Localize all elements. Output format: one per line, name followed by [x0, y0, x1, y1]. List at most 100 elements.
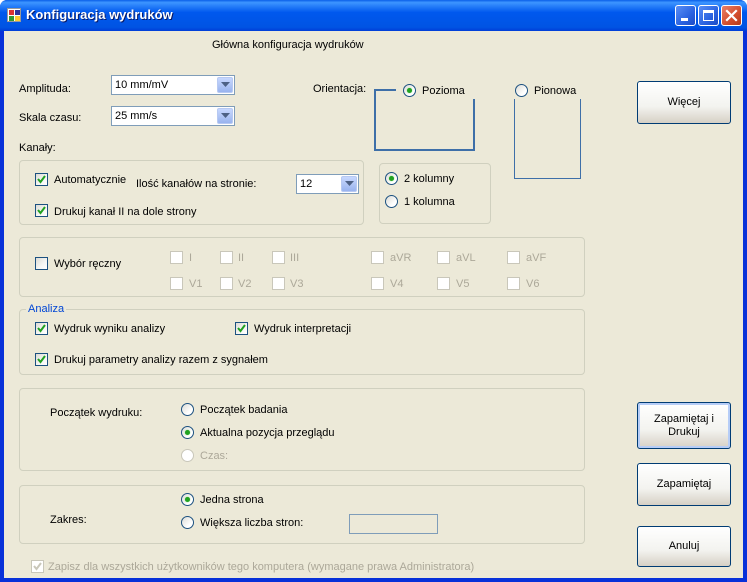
dialog-window: Konfiguracja wydruków Główna konfiguracj…: [0, 0, 747, 582]
print-start-label: Początek wydruku:: [50, 407, 143, 419]
one-column-radio[interactable]: [385, 195, 398, 208]
start-time-label: Czas:: [200, 450, 229, 462]
lead-checkbox[interactable]: [272, 277, 285, 290]
minimize-button[interactable]: [675, 5, 696, 26]
checkmark-icon: [37, 355, 46, 364]
save-and-print-button[interactable]: Zapamiętaj i Drukuj: [637, 402, 731, 449]
landscape-radio[interactable]: [403, 84, 416, 97]
channels-label: Kanały:: [19, 142, 56, 154]
start-current-radio[interactable]: [181, 426, 194, 439]
start-time-radio[interactable]: [181, 449, 194, 462]
minimize-icon: [681, 18, 688, 21]
print-channel2-label: Drukuj kanał II na dole strony: [54, 206, 197, 218]
lead-checkbox[interactable]: [371, 251, 384, 264]
range-more-pages-label: Większa liczba stron:: [200, 517, 304, 529]
lead-label: V2: [238, 278, 252, 290]
print-interpretation-checkbox[interactable]: [235, 322, 248, 335]
amplitude-value: 10 mm/mV: [115, 79, 169, 91]
timescale-select[interactable]: 25 mm/s: [111, 106, 235, 126]
start-exam-label: Początek badania: [200, 404, 288, 416]
range-label: Zakres:: [50, 514, 87, 526]
range-more-pages-radio[interactable]: [181, 516, 194, 529]
save-button[interactable]: Zapamiętaj: [637, 463, 731, 506]
lead-label: V4: [390, 278, 404, 290]
pages-count-input[interactable]: [349, 514, 438, 534]
print-result-label: Wydruk wyniku analizy: [54, 323, 166, 335]
one-column-label: 1 kolumna: [404, 196, 455, 208]
timescale-label: Skala czasu:: [19, 112, 82, 124]
print-interpretation-label: Wydruk interpretacji: [254, 323, 352, 335]
lead-checkbox[interactable]: [437, 251, 450, 264]
checkmark-icon: [37, 324, 46, 333]
manual-selection-checkbox[interactable]: [35, 257, 48, 270]
print-channel2-checkbox[interactable]: [35, 204, 48, 217]
lead-checkbox[interactable]: [507, 251, 520, 264]
timescale-value: 25 mm/s: [115, 110, 158, 122]
lead-checkbox[interactable]: [507, 277, 520, 290]
maximize-button[interactable]: [698, 5, 719, 26]
lead-checkbox[interactable]: [437, 277, 450, 290]
chevron-down-icon[interactable]: [341, 176, 357, 192]
lead-label: V6: [526, 278, 540, 290]
landscape-option[interactable]: Pozioma: [396, 83, 476, 99]
cancel-button[interactable]: Anuluj: [637, 526, 731, 567]
lead-checkbox[interactable]: [220, 277, 233, 290]
channel-count-label: Ilość kanałów na stronie:: [136, 178, 257, 190]
checkmark-icon: [33, 562, 42, 571]
portrait-label: Pionowa: [534, 85, 577, 97]
range-group: [19, 485, 585, 544]
print-params-label: Drukuj parametry analizy razem z sygnałe…: [54, 354, 268, 366]
lead-label: aVL: [456, 252, 476, 264]
print-result-checkbox[interactable]: [35, 322, 48, 335]
save-and-print-label-line2: Drukuj: [668, 425, 700, 438]
window-title: Konfiguracja wydruków: [26, 7, 173, 22]
orientation-label: Orientacja:: [313, 83, 367, 95]
start-exam-radio[interactable]: [181, 403, 194, 416]
start-current-label: Aktualna pozycja przeglądu: [200, 427, 335, 439]
lead-label: aVR: [390, 252, 412, 264]
lead-checkbox[interactable]: [170, 251, 183, 264]
dialog-body: Główna konfiguracja wydruków Amplituda: …: [4, 31, 743, 578]
dialog-header: Główna konfiguracja wydruków: [212, 39, 364, 51]
automatic-label: Automatycznie: [54, 174, 127, 186]
more-button[interactable]: Więcej: [637, 81, 731, 124]
landscape-label: Pozioma: [422, 85, 465, 97]
lead-label: V3: [290, 278, 304, 290]
range-one-page-radio[interactable]: [181, 493, 194, 506]
two-columns-radio[interactable]: [385, 172, 398, 185]
close-icon: [725, 9, 738, 22]
chevron-down-icon[interactable]: [217, 77, 233, 93]
lead-label: I: [189, 252, 193, 264]
maximize-icon: [703, 10, 714, 21]
amplitude-select[interactable]: 10 mm/mV: [111, 75, 235, 95]
lead-label: V5: [456, 278, 470, 290]
save-all-users-label: Zapisz dla wszystkich użytkowników tego …: [48, 561, 475, 573]
chevron-down-icon[interactable]: [217, 108, 233, 124]
lead-checkbox[interactable]: [371, 277, 384, 290]
lead-label: III: [290, 252, 300, 264]
save-all-users-checkbox[interactable]: [31, 560, 44, 573]
print-params-checkbox[interactable]: [35, 353, 48, 366]
analysis-legend: Analiza: [26, 303, 67, 315]
checkmark-icon: [37, 175, 46, 184]
lead-checkbox[interactable]: [170, 277, 183, 290]
app-icon: [7, 8, 21, 22]
close-button[interactable]: [721, 5, 742, 26]
amplitude-label: Amplituda:: [19, 83, 71, 95]
range-one-page-label: Jedna strona: [200, 494, 264, 506]
portrait-preview: [514, 89, 581, 179]
lead-checkbox[interactable]: [220, 251, 233, 264]
automatic-checkbox[interactable]: [35, 173, 48, 186]
checkmark-icon: [237, 324, 246, 333]
portrait-option[interactable]: Pionowa: [510, 83, 582, 99]
title-bar[interactable]: Konfiguracja wydruków: [0, 0, 747, 31]
lead-checkbox[interactable]: [272, 251, 285, 264]
two-columns-label: 2 kolumny: [404, 173, 455, 185]
lead-label: V1: [189, 278, 203, 290]
save-and-print-label-line1: Zapamiętaj i: [654, 412, 714, 425]
portrait-radio[interactable]: [515, 84, 528, 97]
checkmark-icon: [37, 206, 46, 215]
manual-selection-label: Wybór ręczny: [54, 258, 122, 270]
channel-count-select[interactable]: 12: [296, 174, 359, 194]
lead-label: II: [238, 252, 245, 264]
